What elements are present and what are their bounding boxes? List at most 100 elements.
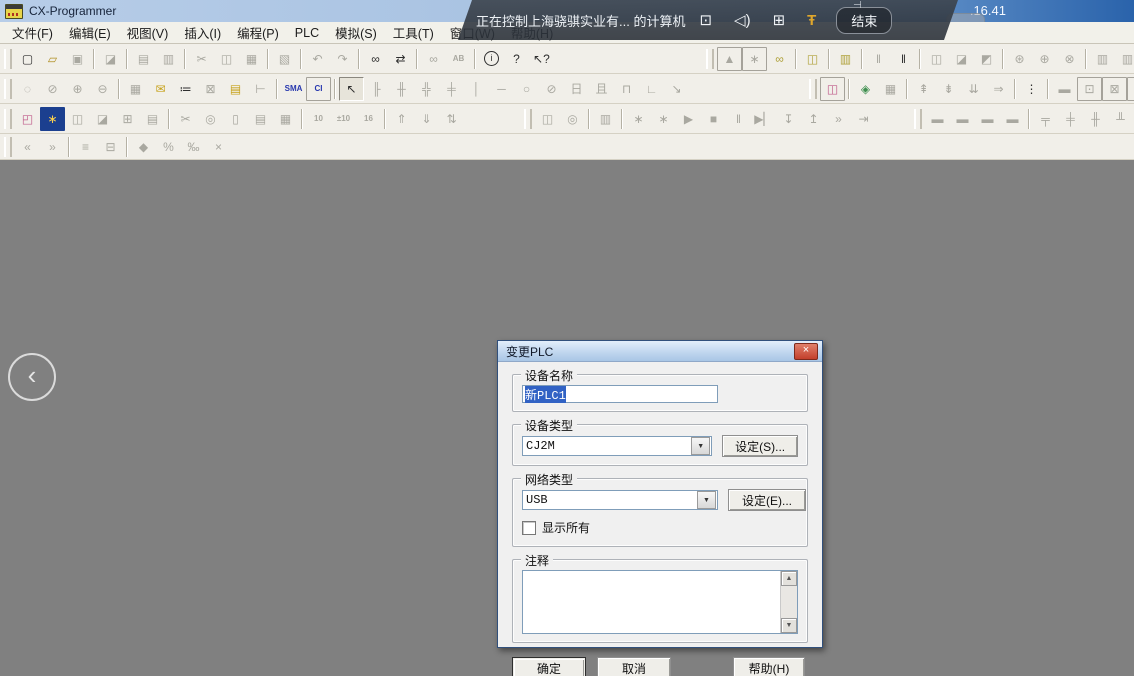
bar-collapse-handle-icon[interactable]: ⊣ (853, 0, 862, 11)
menu-program[interactable]: 编程(P) (229, 21, 287, 44)
find-button[interactable]: ∞ (363, 47, 388, 71)
paste-special-button[interactable]: ▧ (272, 47, 297, 71)
protect-release-button[interactable]: ⇟ (936, 77, 961, 101)
upload-button[interactable]: ⇑ (389, 107, 414, 131)
zoom-out-button[interactable]: ⊖ (90, 77, 115, 101)
partial-verify-button[interactable]: ⇒ (986, 77, 1011, 101)
network-type-select[interactable]: USB ▼ (522, 490, 718, 510)
key-state-2-button[interactable]: ▬ (950, 107, 975, 131)
differential-monitor-button[interactable]: ⊛ (1007, 47, 1032, 71)
rung-comment-button[interactable]: ✉ (148, 77, 173, 101)
compare-program-button[interactable]: ◪ (98, 47, 123, 71)
edit-cross-button[interactable]: ⊠ (1102, 77, 1127, 101)
back-arrow-overlay-button[interactable]: ‹ (8, 353, 56, 401)
compile-button[interactable]: ▲ (717, 47, 742, 71)
menu-view[interactable]: 视图(V) (119, 21, 177, 44)
toolbar-grip[interactable] (524, 109, 532, 129)
rack-view-1-button[interactable]: ▥ (1090, 47, 1115, 71)
sim-run-button[interactable]: ▶ (676, 107, 701, 131)
zoom-in-button[interactable]: ⊕ (65, 77, 90, 101)
block-option-button[interactable]: ⊟ (98, 135, 123, 159)
fullscreen-icon[interactable]: ⊡ (699, 11, 712, 29)
menu-file[interactable]: 文件(F) (4, 21, 61, 44)
select-tool-button[interactable]: ↖ (339, 77, 364, 101)
menu-insert[interactable]: 插入(I) (176, 21, 229, 44)
undo-button[interactable]: ↶ (305, 47, 330, 71)
comment-textarea[interactable]: ▲ ▼ (522, 570, 798, 634)
sim-step-run-button[interactable]: ▶▏ (751, 107, 776, 131)
help-button[interactable]: ? (504, 47, 529, 71)
new-function-block-button[interactable]: ⊓ (614, 77, 639, 101)
ci-view-button[interactable]: CI (306, 77, 331, 101)
speaker-icon[interactable]: ◁) (734, 11, 751, 29)
toolbar-grip[interactable] (4, 109, 12, 129)
sim-break-clear-button[interactable]: ∗ (651, 107, 676, 131)
timing-3-button[interactable]: ╫ (1083, 107, 1108, 131)
online-edit-button[interactable]: ⊕ (1032, 47, 1057, 71)
protect-set-button[interactable]: ⇞ (911, 77, 936, 101)
print-preview-button[interactable]: ▥ (156, 47, 181, 71)
key-state-1-button[interactable]: ▬ (925, 107, 950, 131)
indent-button[interactable]: » (40, 135, 65, 159)
io-table-button[interactable]: ✂ (173, 107, 198, 131)
address-reference-button[interactable]: ◪ (90, 107, 115, 131)
sim-pause-button[interactable]: ‖ (726, 107, 751, 131)
new-or-contact-button[interactable]: ╬ (414, 77, 439, 101)
copy-button[interactable]: ◫ (214, 47, 239, 71)
edit-check-button[interactable]: ☑ (1127, 77, 1134, 101)
device-type-select[interactable]: CJ2M ▼ (522, 436, 712, 456)
zoom-region-button[interactable]: ⊘ (40, 77, 65, 101)
dialog-title-bar[interactable]: 变更PLC × (498, 341, 822, 362)
save-button[interactable]: ▣ (65, 47, 90, 71)
force-clear-button[interactable]: × (206, 135, 231, 159)
open-file-button[interactable]: ▱ (40, 47, 65, 71)
line-connect-button[interactable]: ∟ (639, 77, 664, 101)
horizontal-line-button[interactable]: ─ (489, 77, 514, 101)
outdent-button[interactable]: « (15, 135, 40, 159)
partial-transfer-button[interactable]: ⇊ (961, 77, 986, 101)
paste-button[interactable]: ▦ (239, 47, 264, 71)
new-coil-button[interactable]: ○ (514, 77, 539, 101)
new-window-button[interactable]: ⊞ (115, 107, 140, 131)
find-in-project-button[interactable]: ∞ (421, 47, 446, 71)
rack-view-2-button[interactable]: ▥ (1115, 47, 1134, 71)
sim-step-out-button[interactable]: ↥ (801, 107, 826, 131)
force-off-button[interactable]: % (156, 135, 181, 159)
menu-plc[interactable]: PLC (287, 24, 327, 42)
pause-button[interactable]: ‖ (891, 47, 916, 71)
vertical-line-button[interactable]: │ (464, 77, 489, 101)
toolbar-grip[interactable] (914, 109, 922, 129)
multiview-button[interactable]: ⋮ (1019, 77, 1044, 101)
menu-simulation[interactable]: 模拟(S) (327, 21, 385, 44)
cross-reference-button[interactable]: ◫ (65, 107, 90, 131)
end-session-button[interactable]: 结束 (836, 7, 892, 34)
context-help-button[interactable]: ↖? (529, 47, 554, 71)
toolbar-grip[interactable] (4, 137, 12, 157)
find-warning-button[interactable]: ∞ (767, 47, 792, 71)
network-type-dropdown-icon[interactable]: ▼ (697, 491, 716, 509)
monitor-view-button[interactable]: ◫ (820, 77, 845, 101)
memory-page-button[interactable]: ▯ (223, 107, 248, 131)
dialog-close-button[interactable]: × (794, 343, 818, 360)
key-state-4-button[interactable]: ▬ (1000, 107, 1025, 131)
rung-tree-button[interactable]: ⊢ (248, 77, 273, 101)
device-type-dropdown-icon[interactable]: ▼ (691, 437, 710, 455)
force-on-button[interactable]: ◆ (131, 135, 156, 159)
new-closed-contact-button[interactable]: ╫ (389, 77, 414, 101)
online-work-button[interactable]: ∗ (742, 47, 767, 71)
sim-network-button[interactable]: ◎ (560, 107, 585, 131)
toolbar-grip[interactable] (809, 79, 817, 99)
pause-monitor-button[interactable]: ‖ (866, 47, 891, 71)
zoom-fit-button[interactable]: ◌ (15, 77, 40, 101)
io-comment-button[interactable]: ⊠ (198, 77, 223, 101)
monitor-window-2-button[interactable]: ◪ (949, 47, 974, 71)
cut-button[interactable]: ✂ (189, 47, 214, 71)
sim-stop-button[interactable]: ■ (701, 107, 726, 131)
properties-button[interactable]: ▤ (140, 107, 165, 131)
decimal-display-button[interactable]: 10 (306, 107, 331, 131)
download-button[interactable]: ⇓ (414, 107, 439, 131)
plc-settings-button[interactable]: ◎ (198, 107, 223, 131)
memory-dialog-button[interactable]: ▦ (273, 107, 298, 131)
new-instruction-detail-button[interactable]: 且 (589, 77, 614, 101)
online-edit-cancel-button[interactable]: ⊗ (1057, 47, 1082, 71)
